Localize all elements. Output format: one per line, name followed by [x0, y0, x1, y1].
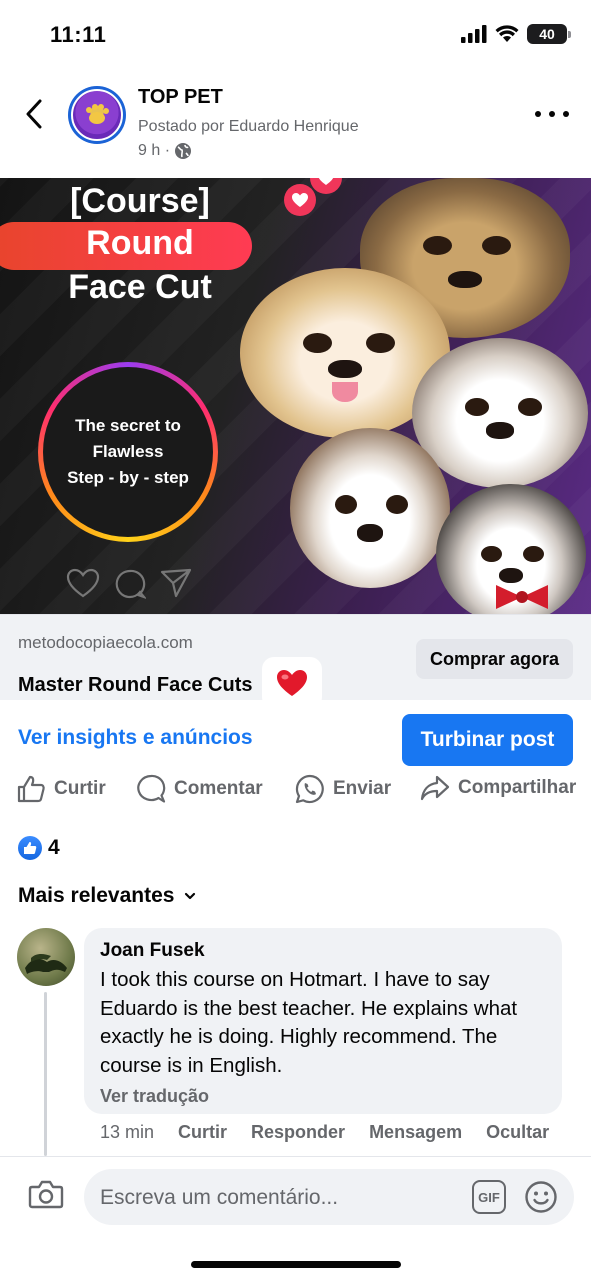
ring-line-1: The secret to — [75, 416, 181, 435]
comment-input[interactable]: Escreva um comentário... GIF — [84, 1169, 574, 1225]
creative-line-3: Face Cut — [68, 268, 212, 306]
comment-label: Comentar — [174, 778, 263, 799]
send-arrow-icon — [160, 568, 192, 598]
home-indicator[interactable] — [191, 1261, 401, 1268]
comment-sort-selector[interactable]: Mais relevantes — [18, 884, 196, 908]
post-time-label: 9 h · — [138, 142, 171, 159]
emoji-button[interactable] — [524, 1180, 558, 1219]
post-time: 9 h · — [138, 142, 192, 160]
comment-button[interactable]: Comentar — [136, 774, 263, 804]
comment-icon — [137, 774, 166, 803]
like-label: Curtir — [54, 778, 106, 799]
comment-composer: Escreva um comentário... GIF — [0, 1156, 591, 1280]
comment-thread-line — [44, 992, 47, 1156]
creative-line-2: Round — [86, 224, 194, 262]
comment-author[interactable]: Joan Fusek — [100, 940, 546, 962]
page-avatar[interactable] — [68, 86, 126, 144]
reaction-summary[interactable]: 4 — [18, 836, 60, 860]
red-heart-emoji-icon — [262, 657, 323, 709]
camera-button[interactable] — [28, 1179, 64, 1214]
post-creative-image[interactable]: [Course] Round Face Cut The secret to Fl… — [0, 178, 591, 614]
dot-icon — [549, 111, 555, 117]
posted-by: Postado por Eduardo Henrique — [138, 118, 359, 135]
comment-message-button[interactable]: Mensagem — [369, 1122, 462, 1143]
comment-meta: 13 min Curtir Responder Mensagem Ocultar — [100, 1122, 549, 1143]
share-label: Compartilhar — [458, 777, 577, 798]
back-button[interactable] — [18, 96, 50, 132]
comment-input-placeholder: Escreva um comentário... — [100, 1186, 339, 1209]
boost-post-button[interactable]: Turbinar post — [402, 714, 573, 766]
heart-icon — [318, 178, 334, 185]
comment-like-button[interactable]: Curtir — [178, 1122, 227, 1143]
comment-hide-button[interactable]: Ocultar — [486, 1122, 549, 1143]
like-button[interactable]: Curtir — [16, 774, 106, 804]
camera-icon — [28, 1180, 64, 1209]
share-arrow-icon — [420, 775, 450, 801]
creative-social-icons — [66, 568, 192, 600]
share-button[interactable]: Compartilhar — [420, 774, 576, 802]
link-preview-card[interactable]: metodocopiaecola.com Master Round Face C… — [0, 614, 591, 709]
post-header: TOP PET Postado por Eduardo Henrique 9 h… — [0, 78, 591, 174]
dot-icon — [535, 111, 541, 117]
shop-now-button[interactable]: Comprar agora — [415, 639, 573, 679]
creative-ring-text: The secret to Flawless Step - by - step — [43, 367, 213, 537]
paw-logo-icon — [86, 104, 109, 124]
dot-icon — [563, 111, 569, 117]
comment-reply-button[interactable]: Responder — [251, 1122, 345, 1143]
page-logo — [71, 89, 123, 141]
status-time: 11:11 — [50, 22, 107, 47]
heart-icon — [292, 193, 308, 207]
commenter-avatar[interactable] — [17, 928, 75, 986]
post-actions-row: Curtir Comentar Enviar Compartilhar — [0, 774, 591, 810]
page-name[interactable]: TOP PET — [138, 86, 223, 109]
whatsapp-icon — [295, 774, 324, 804]
ring-line-2: Flawless — [92, 442, 164, 461]
smiley-icon — [525, 1181, 557, 1213]
comment-time: 13 min — [100, 1122, 155, 1142]
send-whatsapp-button[interactable]: Enviar — [295, 774, 391, 804]
floating-heart-badge — [284, 184, 316, 216]
sort-label: Mais relevantes — [18, 884, 175, 907]
more-options-button[interactable] — [535, 104, 569, 124]
view-insights-link[interactable]: Ver insights e anúncios — [18, 726, 253, 750]
dog-photo-center — [290, 428, 450, 588]
comment-bubble[interactable]: Joan Fusek I took this course on Hotmart… — [84, 928, 562, 1114]
heart-outline-icon — [66, 568, 100, 598]
comment-bubble-icon — [115, 569, 146, 599]
signal-icon — [461, 25, 487, 43]
status-icons: 40 — [461, 24, 571, 44]
creative-line-1: [Course] — [70, 182, 210, 220]
chevron-down-icon — [185, 892, 196, 900]
globe-icon — [175, 143, 192, 159]
link-domain: metodocopiaecola.com — [18, 633, 193, 652]
red-bow-icon — [496, 585, 548, 609]
battery-indicator: 40 — [527, 24, 571, 44]
ring-line-3: Step - by - step — [67, 468, 189, 487]
thumbs-up-icon — [17, 775, 45, 803]
link-title: Master Round Face Cuts — [18, 657, 323, 709]
creative-gradient-ring: The secret to Flawless Step - by - step — [38, 362, 218, 542]
gif-button[interactable]: GIF — [472, 1180, 506, 1214]
status-bar: 11:11 40 — [0, 0, 591, 70]
like-reaction-icon — [18, 836, 42, 860]
comment-text: I took this course on Hotmart. I have to… — [100, 968, 518, 1077]
chevron-left-icon — [26, 99, 42, 129]
see-translation-link[interactable]: Ver tradução — [100, 1086, 546, 1107]
reaction-count: 4 — [48, 836, 60, 859]
link-title-text: Master Round Face Cuts — [18, 673, 253, 696]
wifi-icon — [495, 25, 519, 42]
send-label: Enviar — [333, 778, 392, 799]
